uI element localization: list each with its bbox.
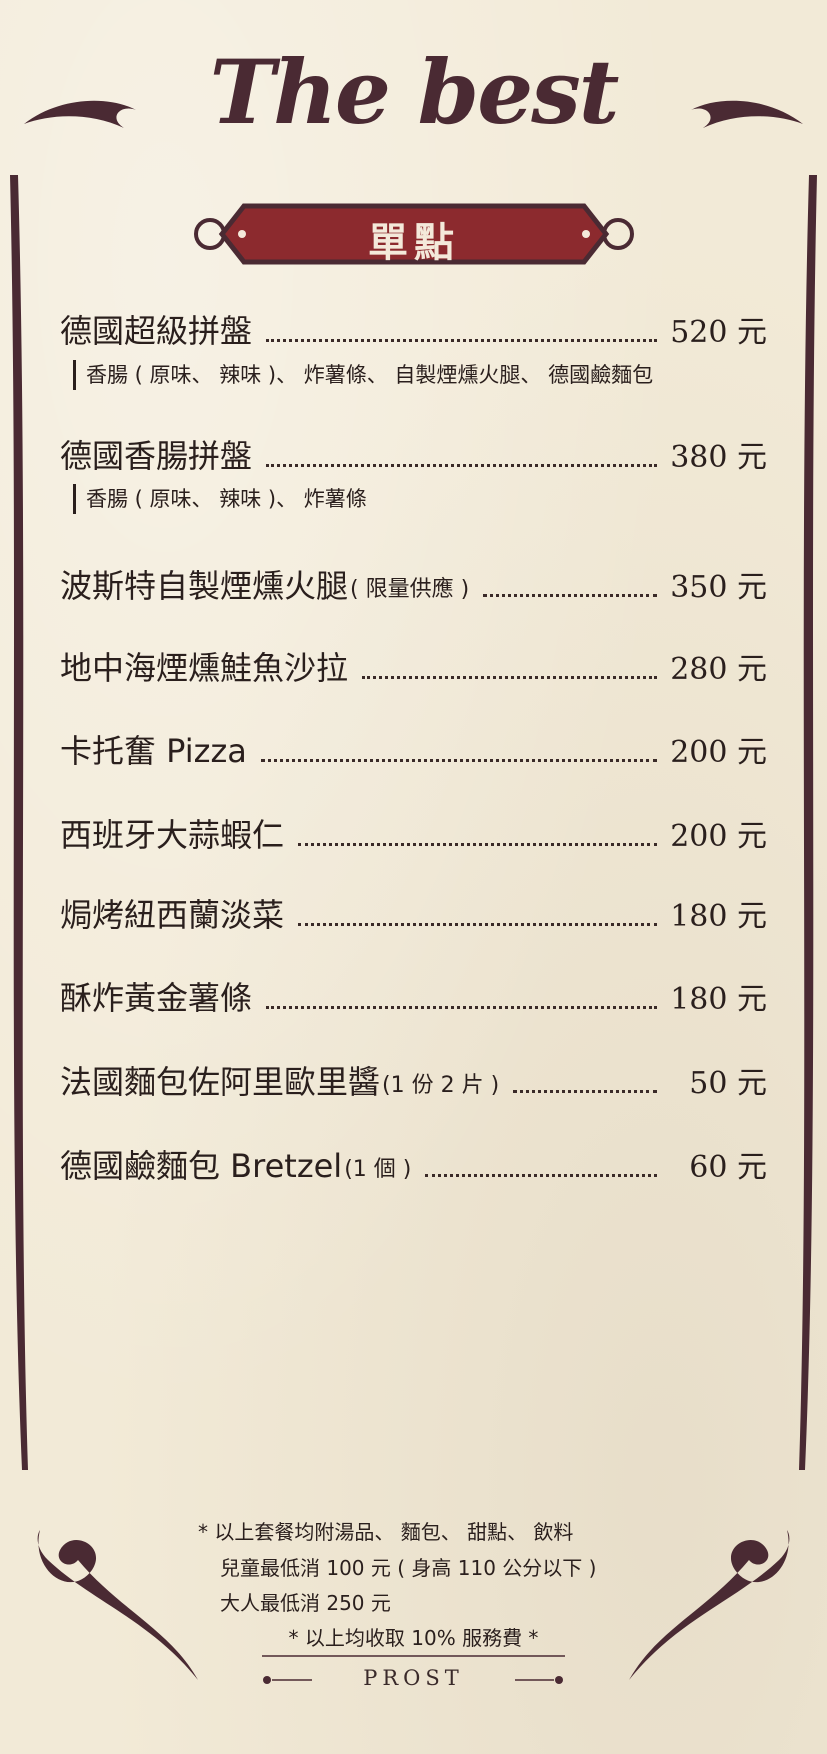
menu-item-name: 德國香腸拼盤 <box>60 437 253 475</box>
footer-note-child-minimum: 兒童最低消 100 元 ( 身高 110 公分以下 ) <box>220 1556 597 1580</box>
menu-item-price: 520 元 <box>670 315 767 350</box>
leader-dots <box>260 759 657 762</box>
menu-item-description: 香腸 ( 原味、 辣味 )、 炸薯條 <box>73 484 367 514</box>
menu-item-note: (1 個 ) <box>344 1157 412 1182</box>
menu-item-price: 280 元 <box>670 652 767 687</box>
menu-item: 焗烤紐西蘭淡菜 180 元 <box>60 892 767 936</box>
menu-item: 德國超級拼盤 520 元 <box>60 308 767 352</box>
menu-item-name: 德國鹼麵包 Bretzel <box>60 1147 343 1185</box>
service-charge-note: * 以上均收取 10% 服務費 * <box>288 1626 539 1650</box>
menu-item-name: 波斯特自製煙燻火腿 <box>60 567 349 605</box>
menu-item-note: (1 份 2 片 ) <box>382 1073 500 1098</box>
leader-dots <box>266 339 657 342</box>
menu-item: 酥炸黃金薯條 180 元 <box>60 975 767 1019</box>
leader-dots <box>483 594 657 597</box>
leader-dots <box>513 1090 657 1093</box>
menu-item-name: 法國麵包佐阿里歐里醬 <box>60 1063 381 1101</box>
menu-item: 德國鹼麵包 Bretzel (1 個 ) 60 元 <box>60 1143 767 1187</box>
menu-item: 卡托奮 Pizza 200 元 <box>60 728 767 772</box>
menu-item-name: 地中海煙燻鮭魚沙拉 <box>60 649 349 687</box>
menu-item-price: 60 元 <box>689 1150 767 1185</box>
menu-item-name: 西班牙大蒜蝦仁 <box>60 816 285 854</box>
menu-item: 法國麵包佐阿里歐里醬 (1 份 2 片 ) 50 元 <box>60 1059 767 1103</box>
leader-dots <box>266 464 657 467</box>
menu-item-name: 酥炸黃金薯條 <box>60 979 253 1017</box>
leader-dots <box>425 1174 657 1177</box>
leader-dots <box>266 1006 657 1009</box>
menu-item: 地中海煙燻鮭魚沙拉 280 元 <box>60 645 767 689</box>
menu-item-price: 350 元 <box>670 570 767 605</box>
menu-item-name: 卡托奮 Pizza <box>60 732 247 770</box>
menu-item-price: 200 元 <box>670 735 767 770</box>
menu-item-price: 200 元 <box>670 819 767 854</box>
menu-list: 德國超級拼盤 520 元 香腸 ( 原味、 辣味 )、 炸薯條、 自製煙燻火腿、… <box>0 0 827 1754</box>
menu-item: 德國香腸拼盤 380 元 <box>60 433 767 477</box>
menu-item-price: 50 元 <box>689 1066 767 1101</box>
footer-note-included: * 以上套餐均附湯品、 麵包、 甜點、 飲料 <box>198 1520 574 1544</box>
menu-item-price: 180 元 <box>670 899 767 934</box>
signature: PROST <box>363 1666 464 1690</box>
menu-item-name: 焗烤紐西蘭淡菜 <box>60 896 285 934</box>
footer-note-adult-minimum: 大人最低消 250 元 <box>220 1591 391 1615</box>
menu-item-price: 380 元 <box>670 440 767 475</box>
menu-item-name: 德國超級拼盤 <box>60 312 253 350</box>
menu-item-price: 180 元 <box>670 982 767 1017</box>
leader-dots <box>298 923 657 926</box>
leader-dots <box>298 843 657 846</box>
menu-item-note: ( 限量供應 ) <box>350 577 470 602</box>
leader-dots <box>362 676 657 679</box>
menu-item: 西班牙大蒜蝦仁 200 元 <box>60 812 767 856</box>
menu-item: 波斯特自製煙燻火腿 ( 限量供應 ) 350 元 <box>60 563 767 607</box>
menu-item-description: 香腸 ( 原味、 辣味 )、 炸薯條、 自製煙燻火腿、 德國鹼麵包 <box>73 360 653 390</box>
